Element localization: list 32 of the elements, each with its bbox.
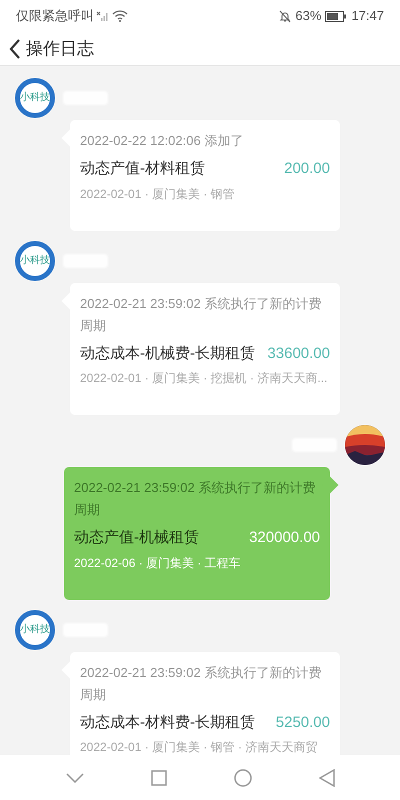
signal-icon xyxy=(96,10,108,22)
event-text: 2022-02-21 23:59:02 系统执行了新的计费周期 xyxy=(80,664,322,704)
logo-avatar: 小科技 xyxy=(15,610,55,650)
back-icon[interactable] xyxy=(8,38,22,60)
clock-text: 17:47 xyxy=(351,7,384,26)
amount-text: 320000.00 xyxy=(249,528,320,548)
battery-icon xyxy=(325,10,348,22)
chevron-down-icon[interactable] xyxy=(66,772,84,782)
square-icon[interactable] xyxy=(150,770,166,786)
event-text: 2022-02-22 12:02:06 添加了 xyxy=(80,132,244,150)
battery-text: 63% xyxy=(295,7,322,26)
detail-text: 2022-02-01 · 厦门集美 · 钢管 · 济南天天商贸 xyxy=(80,739,318,756)
item-title: 动态成本-机械费-长期租赁 xyxy=(80,344,255,364)
detail-text: 2022-02-06 · 厦门集美 · 工程车 xyxy=(74,554,242,572)
wifi-icon xyxy=(112,10,128,22)
logo-avatar: 小科技 xyxy=(15,240,55,280)
item-title: 动态成本-材料费-长期租赁 xyxy=(80,712,255,732)
event-text: 2022-02-21 23:59:02 系统执行了新的计费周期 xyxy=(80,294,322,334)
back-triangle-icon[interactable] xyxy=(318,768,334,786)
circle-icon[interactable] xyxy=(234,768,252,786)
page-title: 操作日志 xyxy=(26,38,94,60)
item-title: 动态产值-材料租赁 xyxy=(80,159,205,179)
detail-text: 2022-02-01 · 厦门集美 · 钢管 xyxy=(80,186,236,202)
amount-text: 200.00 xyxy=(284,159,330,179)
bell-off-icon xyxy=(279,10,292,22)
logo-avatar: 小科技 xyxy=(15,78,55,118)
item-title: 动态产值-机械租赁 xyxy=(74,528,199,548)
detail-text: 2022-02-01 · 厦门集美 · 挖掘机 · 济南天天商... xyxy=(80,370,328,387)
carrier-text: 仅限紧急呼叫 xyxy=(16,7,94,26)
amount-text: 5250.00 xyxy=(276,712,330,732)
event-text: 2022-02-21 23:59:02 系统执行了新的计费周期 xyxy=(74,479,316,519)
amount-text: 33600.00 xyxy=(267,344,330,364)
